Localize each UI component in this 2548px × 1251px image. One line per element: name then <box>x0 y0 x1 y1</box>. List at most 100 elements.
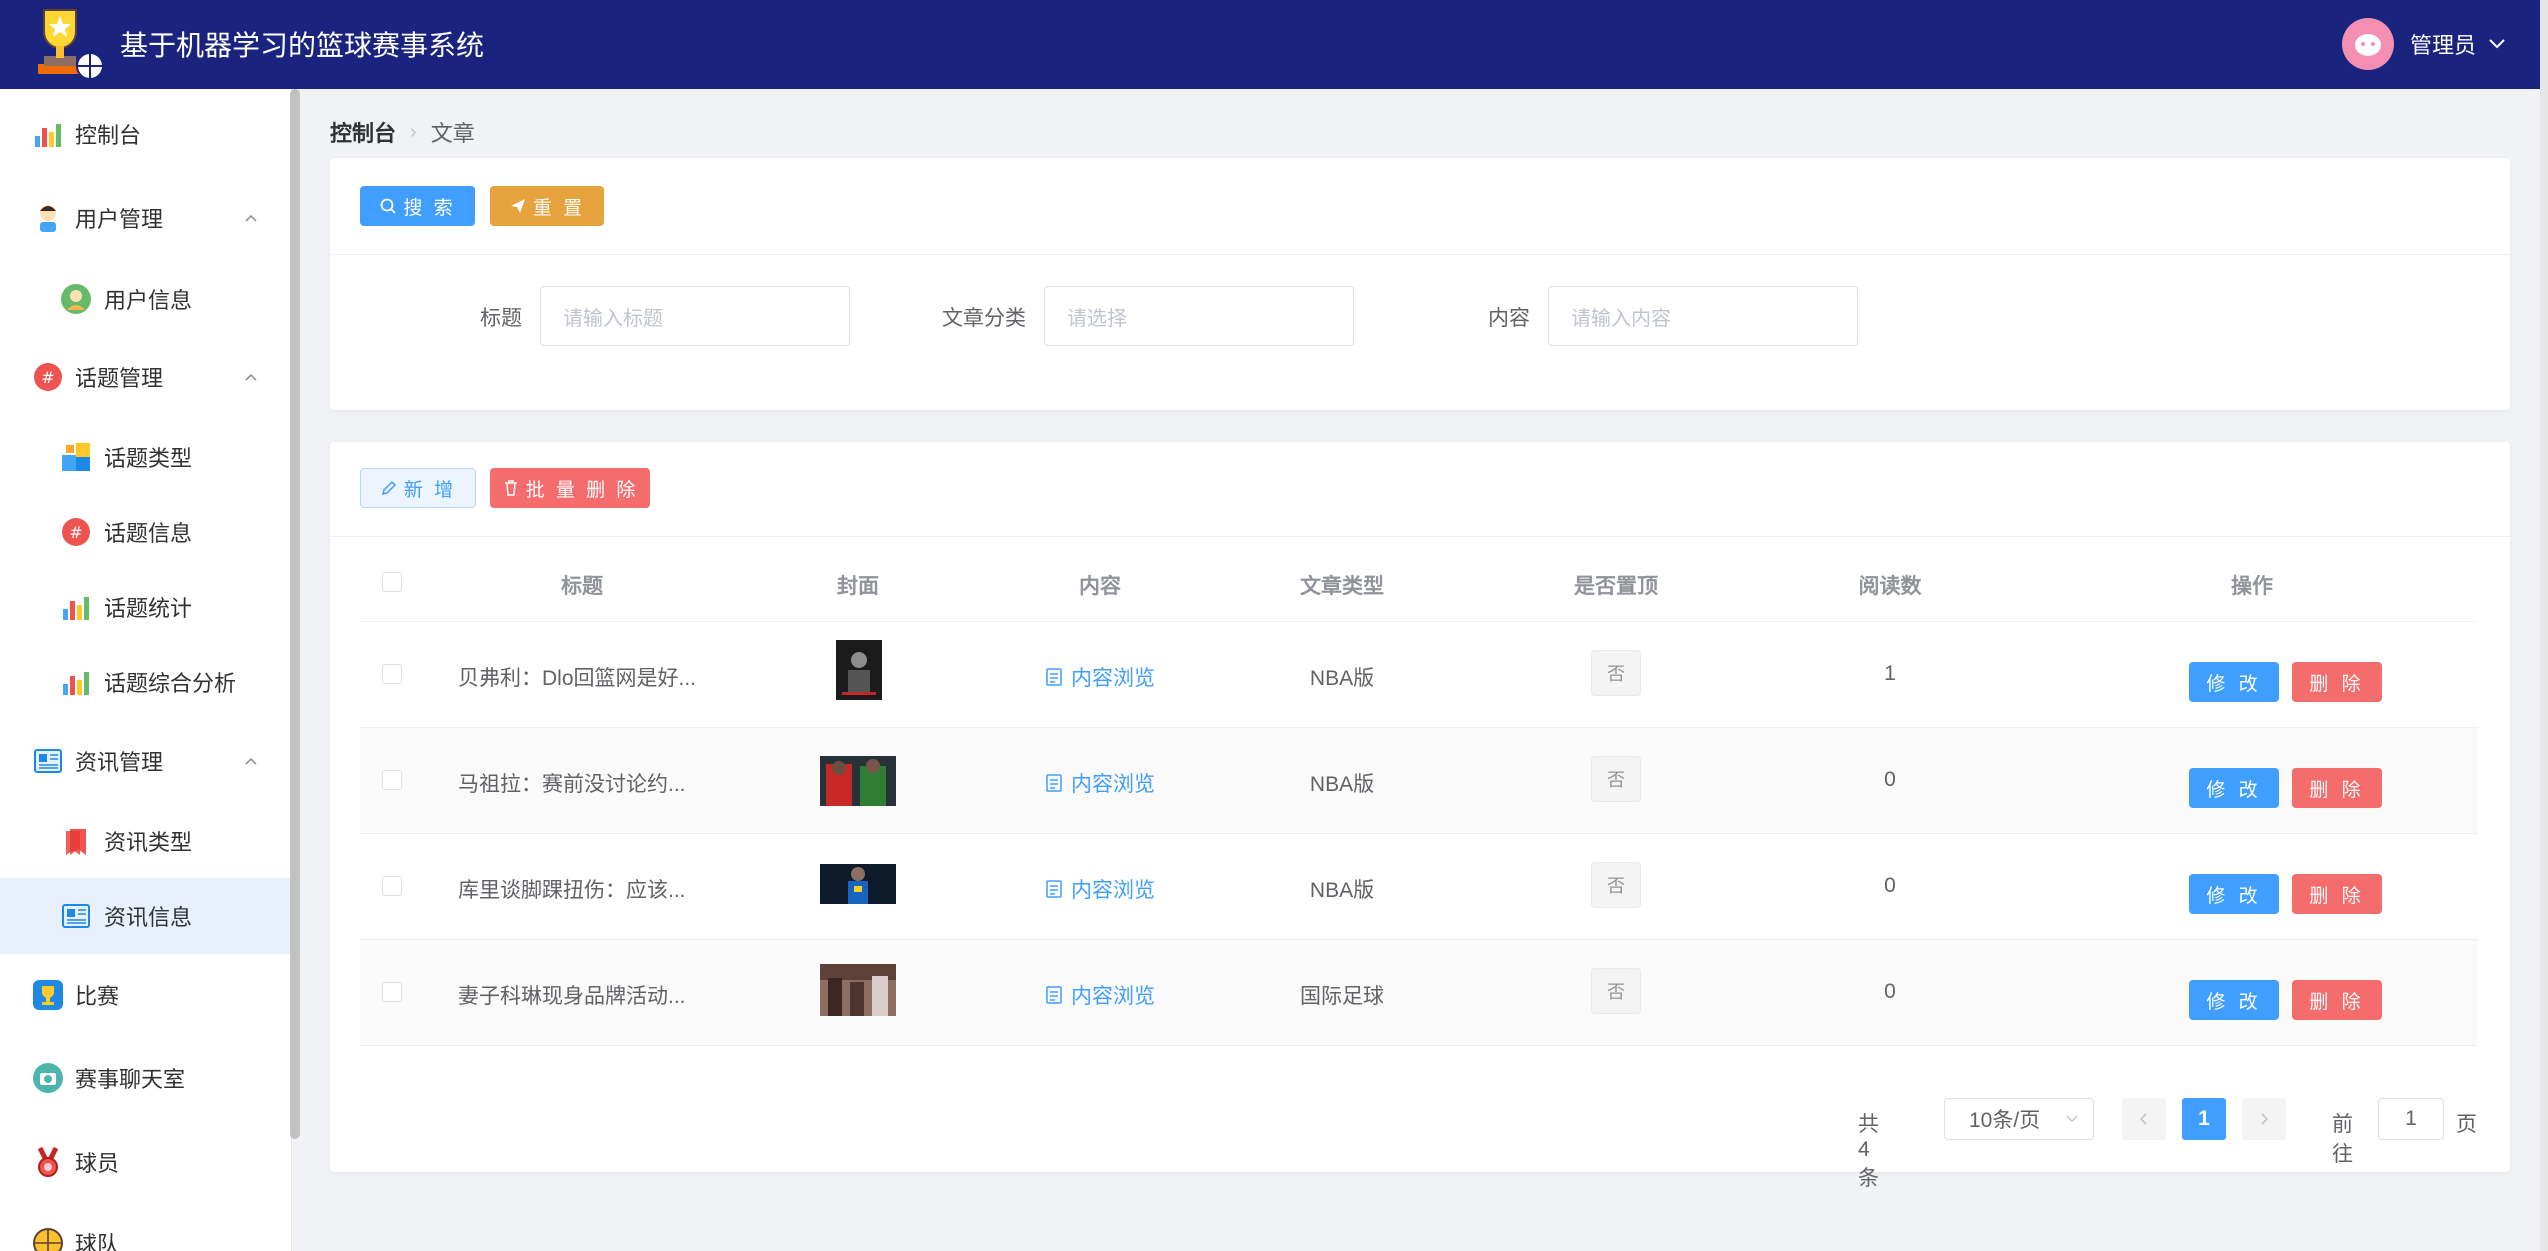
divider <box>330 254 2510 255</box>
breadcrumb: 控制台 › 文章 <box>330 116 475 148</box>
delete-button[interactable]: 删 除 <box>2292 980 2382 1020</box>
content-preview-label: 内容浏览 <box>1071 985 1155 1008</box>
sidebar-item-topic-stats[interactable]: 话题统计 <box>0 569 290 645</box>
content-preview-link[interactable]: 内容浏览 <box>1045 980 1155 1010</box>
edit-button[interactable]: 修 改 <box>2189 874 2279 914</box>
sidebar-item-topic-management[interactable]: # 话题管理 <box>0 339 290 415</box>
breadcrumb-home[interactable]: 控制台 <box>330 116 396 148</box>
sidebar-item-chatroom[interactable]: 赛事聊天室 <box>0 1040 290 1116</box>
edit-icon <box>381 480 396 496</box>
row-reads: 1 <box>1884 662 1896 685</box>
sidebar-item-news-management[interactable]: 资讯管理 <box>0 723 290 799</box>
sidebar-item-teams[interactable]: 球队 <box>0 1205 290 1251</box>
edit-button[interactable]: 修 改 <box>2189 662 2279 702</box>
sidebar-scrollbar[interactable] <box>290 89 300 1139</box>
cover-image[interactable] <box>820 864 896 904</box>
sidebar-item-user-info[interactable]: 用户信息 <box>0 261 290 337</box>
edit-button[interactable]: 修 改 <box>2189 980 2279 1020</box>
hashtag-icon: # <box>62 518 90 546</box>
edit-button[interactable]: 修 改 <box>2189 768 2279 808</box>
table-row: 库里谈脚踝扭伤：应该... 内容浏览 NBA版 否 0 修 改 删 除 <box>360 834 2478 940</box>
row-checkbox[interactable] <box>382 876 402 896</box>
chevron-up-icon <box>245 757 257 765</box>
content-preview-label: 内容浏览 <box>1071 773 1155 796</box>
content-preview-link[interactable]: 内容浏览 <box>1045 768 1155 798</box>
select-all-checkbox[interactable] <box>382 572 402 592</box>
reset-button[interactable]: 重 置 <box>490 186 604 226</box>
sidebar-item-players[interactable]: 球员 <box>0 1124 290 1200</box>
search-panel: 搜 索 重 置 标题 请输入标题 文章分类 请选择 内容 请输入内容 <box>330 158 2510 410</box>
sidebar-item-label: 比赛 <box>75 984 120 1009</box>
content-input[interactable]: 请输入内容 <box>1548 286 1858 346</box>
page-scrollbar[interactable] <box>2540 0 2548 1251</box>
sidebar-item-label: 用户管理 <box>75 207 164 232</box>
add-button-label: 新 增 <box>403 479 457 501</box>
reset-button-label: 重 置 <box>532 197 586 219</box>
sidebar-item-topic-analysis[interactable]: 话题综合分析 <box>0 644 290 720</box>
sidebar-item-user-management[interactable]: 用户管理 <box>0 180 290 256</box>
column-header-content: 内容 <box>1079 575 1121 598</box>
sidebar-item-matches[interactable]: 比赛 <box>0 957 290 1033</box>
user-avatar-icon <box>61 284 91 314</box>
cover-image[interactable] <box>820 964 896 1016</box>
content-preview-link[interactable]: 内容浏览 <box>1045 662 1155 692</box>
chart-bar-icon <box>63 672 89 695</box>
prev-page-button[interactable] <box>2122 1098 2166 1140</box>
search-button-label: 搜 索 <box>403 197 456 219</box>
user-menu[interactable]: 管理员 <box>2341 18 2506 70</box>
title-input[interactable]: 请输入标题 <box>540 286 850 346</box>
sidebar-item-label: 赛事聊天室 <box>75 1067 186 1092</box>
batch-delete-button[interactable]: 批 量 删 除 <box>490 468 650 508</box>
search-button[interactable]: 搜 索 <box>360 186 475 226</box>
row-title: 贝弗利：Dlo回篮网是好... <box>458 667 697 690</box>
newspaper-icon <box>34 749 62 773</box>
camera-icon <box>33 1063 63 1093</box>
row-checkbox[interactable] <box>382 664 402 684</box>
sidebar-item-topic-info[interactable]: # 话题信息 <box>0 494 290 570</box>
row-checkbox[interactable] <box>382 770 402 790</box>
avatar-face-icon <box>2354 34 2381 56</box>
row-type: NBA版 <box>1309 667 1375 690</box>
divider <box>330 536 2510 537</box>
table-row: 贝弗利：Dlo回篮网是好... 内容浏览 NBA版 否 1 修 改 删 除 <box>360 622 2478 728</box>
content-preview-label: 内容浏览 <box>1071 667 1155 690</box>
delete-button[interactable]: 删 除 <box>2292 768 2382 808</box>
top-header: 基于机器学习的篮球赛事系统 管理员 <box>0 0 2548 89</box>
sidebar-item-dashboard[interactable]: 控制台 <box>0 96 290 172</box>
breadcrumb-separator-icon: › <box>410 120 417 143</box>
row-type: NBA版 <box>1309 879 1375 902</box>
sidebar-item-label: 用户信息 <box>104 288 193 313</box>
sidebar-item-label: 话题管理 <box>75 366 164 391</box>
sidebar-item-news-type[interactable]: 资讯类型 <box>0 803 290 879</box>
column-header-title: 标题 <box>561 575 603 598</box>
chevron-right-icon <box>2261 1113 2269 1125</box>
row-reads: 0 <box>1884 768 1896 791</box>
goto-page-input[interactable]: 1 <box>2378 1098 2444 1140</box>
category-select[interactable]: 请选择 <box>1044 286 1354 346</box>
batch-delete-button-label: 批 量 删 除 <box>525 479 639 501</box>
send-icon <box>510 199 525 213</box>
sidebar-item-label: 资讯管理 <box>75 750 164 775</box>
chart-bar-icon <box>63 597 89 620</box>
page-size-select[interactable]: 10条/页 <box>1944 1098 2094 1140</box>
cover-image[interactable] <box>820 756 896 806</box>
row-checkbox[interactable] <box>382 982 402 1002</box>
column-header-cover: 封面 <box>837 575 879 598</box>
sidebar-item-label: 控制台 <box>75 123 142 148</box>
basketball-icon <box>33 1228 63 1251</box>
row-type: 国际足球 <box>1300 985 1384 1008</box>
next-page-button[interactable] <box>2242 1098 2286 1140</box>
delete-button[interactable]: 删 除 <box>2292 874 2382 914</box>
cover-image[interactable] <box>836 640 882 700</box>
pagination-total: 共 4 条 <box>1858 1113 1879 1190</box>
add-button[interactable]: 新 增 <box>360 468 476 508</box>
content-preview-link[interactable]: 内容浏览 <box>1045 874 1155 904</box>
page-number-button[interactable]: 1 <box>2182 1098 2226 1140</box>
delete-button[interactable]: 删 除 <box>2292 662 2382 702</box>
sidebar-item-topic-type[interactable]: 话题类型 <box>0 419 290 495</box>
column-header-reads: 阅读数 <box>1858 575 1922 598</box>
avatar <box>2341 18 2394 70</box>
goto-suffix: 页 <box>2456 1113 2477 1136</box>
sidebar-item-news-info[interactable]: 资讯信息 <box>0 878 290 954</box>
sidebar: 控制台 用户管理 用户信息 # 话题管理 话题类型 # 话题信息 话题统计 话题… <box>0 89 292 1251</box>
